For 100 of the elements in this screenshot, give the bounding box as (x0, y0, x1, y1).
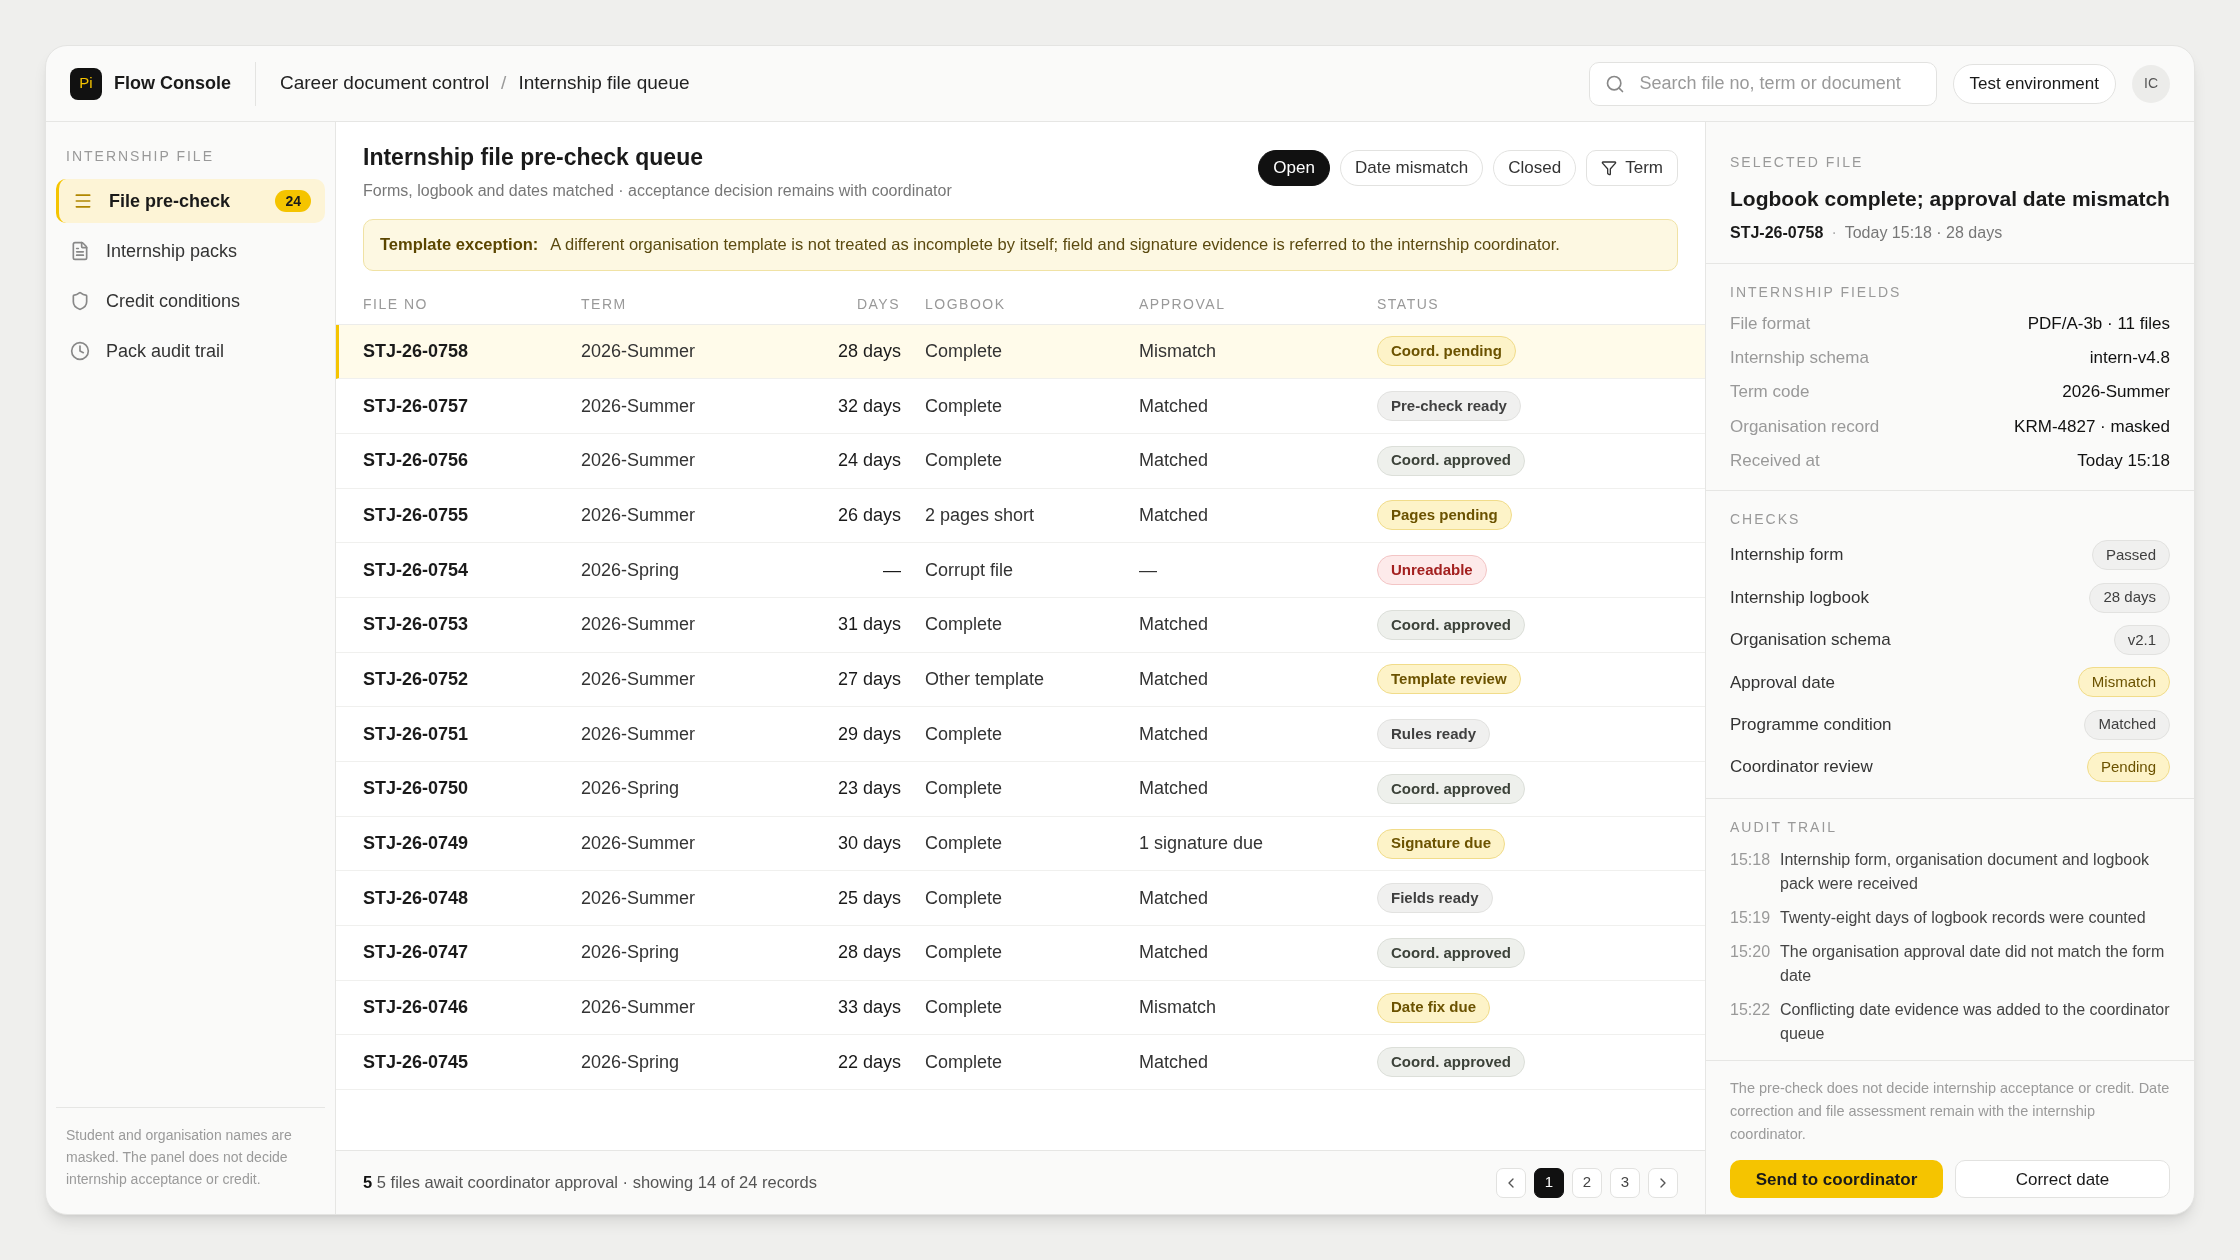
notice-label: Template exception: (380, 234, 539, 256)
sidebar-item[interactable]: Credit conditions (56, 279, 325, 323)
table-cell-text: 27 days (836, 667, 901, 691)
table-cell-text: 25 days (836, 886, 901, 910)
field-value: KRM-4827 · masked (2014, 415, 2170, 438)
filter-chip[interactable]: Open (1258, 150, 1330, 186)
table-cell-text: 29 days (836, 722, 901, 746)
audit-entry: Conflicting date evidence was added to the coordinator queue (1780, 1000, 2170, 1045)
page-button[interactable]: 3 (1610, 1167, 1640, 1198)
table-row[interactable]: STJ-26-0757 2026-Summer 32 days Complete Matched Pre-check ready (336, 379, 1705, 434)
file-number: STJ-26-0745 (363, 1050, 470, 1074)
table-cell-text: 2026-Summer (581, 339, 697, 363)
sidebar-item[interactable]: File pre-check 24 (56, 179, 325, 223)
search-field[interactable]: Search file no, term or document (1588, 61, 1937, 106)
search-icon (1604, 73, 1625, 94)
disclaimer-text: The pre-check does not decide internship acceptance or credit. Date correction and file assessment remain with the internship coordinator. (1730, 1079, 2170, 1145)
sidebar-item[interactable]: Pack audit trail (56, 329, 325, 373)
field-value: 2026-Summer (2062, 381, 2170, 404)
correct-date-button[interactable]: Correct date (1955, 1160, 2170, 1199)
breadcrumb-separator: / (501, 71, 507, 96)
notice-text: A different organisation template is not treated as incomplete by itself; field and signature evidence is referred to the internship coordinator. (550, 234, 1560, 256)
check-badge: Passed (2091, 540, 2170, 571)
file-number: STJ-26-0750 (363, 777, 470, 801)
column-header: STATUS (1377, 294, 1441, 314)
table-cell-text: 1 signature due (1139, 832, 1265, 856)
table-cell-text: 30 days (836, 832, 901, 856)
audit-entry: Internship form, organisation document and logbook pack were received (1780, 850, 2151, 895)
table-cell-text: 2026-Summer (581, 449, 697, 473)
table-row[interactable]: STJ-26-0750 2026-Spring 23 days Complete Matched Coord. approved (336, 762, 1705, 817)
check-label: Coordinator review (1730, 756, 1873, 779)
status-badge: Rules ready (1377, 719, 1491, 750)
table-cell-text: — (882, 558, 901, 582)
table-cell-text: 2026-Summer (581, 394, 697, 418)
filter-icon (1601, 160, 1618, 176)
table-row[interactable]: STJ-26-0752 2026-Summer 27 days Other template Matched Template review (336, 652, 1705, 708)
next-page-button[interactable] (1648, 1167, 1678, 1198)
table-cell-text: 2026-Summer (581, 722, 697, 746)
table-cell-text: Matched (1139, 722, 1210, 746)
filter-chip[interactable]: Date mismatch (1339, 150, 1484, 186)
field-label: Organisation record (1730, 415, 1880, 438)
table-cell-text: Complete (924, 941, 1004, 965)
send-to-coordinator-button[interactable]: Send to coordinator (1730, 1160, 1943, 1199)
status-badge: Template review (1377, 664, 1521, 695)
sidebar-item[interactable]: Internship packs (56, 229, 325, 273)
audit-time: 15:18 (1730, 850, 1768, 871)
table-row[interactable]: STJ-26-0753 2026-Summer 31 days Complete Matched Coord. approved (336, 597, 1705, 653)
table-cell-text: 24 days (836, 449, 901, 473)
section-heading: AUDIT TRAIL (1730, 818, 1839, 838)
status-badge: Coord. approved (1377, 773, 1525, 804)
table-cell-text: 32 days (836, 394, 901, 418)
table-cell-text: 2026-Spring (581, 1050, 681, 1074)
table-row[interactable]: STJ-26-0746 2026-Summer 33 days Complete Mismatch Date fix due (336, 980, 1705, 1036)
table-cell-text: 22 days (836, 1050, 901, 1074)
section-heading: CHECKS (1730, 510, 1802, 529)
file-number: STJ-26-0758 (363, 339, 470, 363)
table-row[interactable]: STJ-26-0749 2026-Summer 30 days Complete 1 signature due Signature due (336, 816, 1705, 872)
table-cell-text: 2026-Summer (581, 503, 697, 527)
environment-button[interactable]: Test environment (1952, 63, 2116, 104)
table-cell-text: 2026-Spring (581, 558, 681, 582)
table-cell-text: Matched (1139, 503, 1210, 527)
table-row[interactable]: STJ-26-0756 2026-Summer 24 days Complete Matched Coord. approved (336, 433, 1705, 489)
table-row[interactable]: STJ-26-0748 2026-Summer 25 days Complete Matched Fields ready (336, 871, 1705, 927)
filter-chip[interactable]: Term (1586, 150, 1678, 186)
page-button[interactable]: 2 (1572, 1167, 1602, 1198)
table-cell-text: Complete (924, 613, 1004, 637)
table-cell-text: 23 days (836, 777, 901, 801)
status-badge: Coord. approved (1377, 1047, 1525, 1078)
check-label: Internship form (1730, 544, 1844, 567)
table-cell-text: Complete (924, 777, 1004, 801)
check-badge: Mismatch (2077, 667, 2170, 698)
table-row[interactable]: STJ-26-0755 2026-Summer 26 days 2 pages short Matched Pages pending (336, 488, 1705, 544)
column-header: DAYS (855, 294, 901, 314)
selected-file-number: STJ-26-0758 (1730, 222, 1824, 243)
shield-icon (70, 291, 90, 311)
table-row[interactable]: STJ-26-0747 2026-Spring 28 days Complete Matched Coord. approved (336, 926, 1705, 981)
table-cell-text: Complete (924, 832, 1004, 856)
check-badge: Pending (2086, 752, 2170, 783)
table-cell-text: 2026-Summer (581, 996, 697, 1020)
table-row[interactable]: STJ-26-0745 2026-Spring 22 days Complete Matched Coord. approved (336, 1035, 1705, 1091)
previous-page-button[interactable] (1496, 1167, 1526, 1198)
filter-chip[interactable]: Closed (1493, 150, 1577, 186)
file-number: STJ-26-0757 (363, 394, 470, 418)
sidebar-heading: INTERNSHIP FILE (65, 147, 215, 166)
user-avatar[interactable]: IC (2132, 64, 2170, 103)
table-cell-text: 2026-Summer (581, 886, 697, 910)
table-cell-text: Matched (1139, 394, 1210, 418)
table-cell-text: Complete (924, 394, 1004, 418)
table-row[interactable]: STJ-26-0754 2026-Spring — Corrupt file — Unreadable (336, 543, 1705, 598)
file-number: STJ-26-0753 (363, 613, 470, 637)
table-cell-text: 28 days (836, 339, 901, 363)
table-cell-text: Mismatch (1139, 996, 1217, 1020)
page-button[interactable]: 1 (1534, 1167, 1564, 1198)
breadcrumb-link[interactable]: Career document control (280, 69, 490, 98)
table-cell-text: Mismatch (1139, 339, 1217, 363)
table-row[interactable]: STJ-26-0751 2026-Summer 29 days Complete Matched Rules ready (336, 707, 1705, 762)
file-number: STJ-26-0746 (363, 996, 470, 1020)
breadcrumb-link[interactable]: Internship file queue (518, 69, 690, 98)
check-badge: 28 days (2089, 582, 2170, 613)
status-badge: Coord. approved (1377, 445, 1525, 476)
table-row[interactable]: STJ-26-0758 2026-Summer 28 days Complete Mismatch Coord. pending (336, 324, 1705, 380)
